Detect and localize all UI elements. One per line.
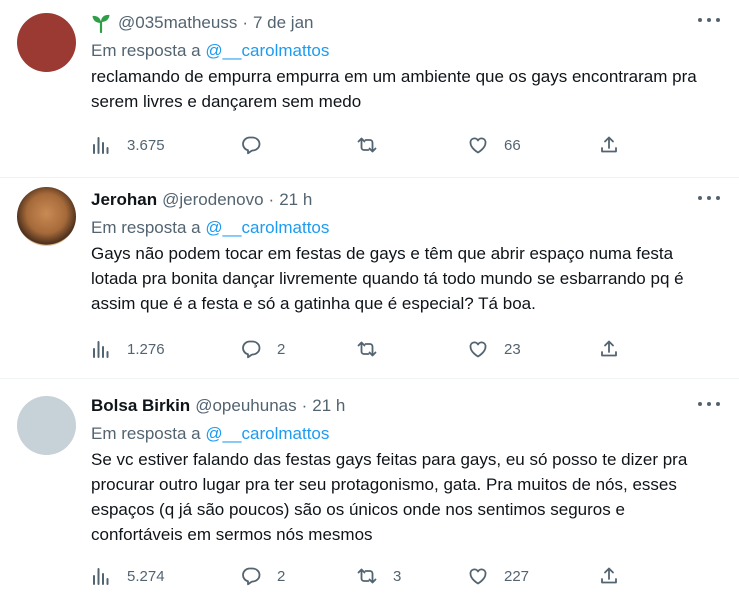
reply-context: Em resposta a @__carolmattos [91,215,719,240]
speech-bubble-icon [242,340,261,359]
heart-icon [469,568,487,585]
more-options-button[interactable] [698,12,720,28]
heart-icon [469,137,487,154]
bar-chart-icon [93,137,109,154]
share-upload-icon [601,136,617,153]
retweet-icon [357,341,377,357]
more-dot [707,196,711,200]
reply-prefix: Em resposta a [91,424,201,443]
retweet-button[interactable]: 3 [357,564,401,588]
timestamp[interactable]: 7 de jan [253,13,314,33]
user-handle[interactable]: @035matheuss [118,13,237,33]
display-name[interactable]: Bolsa Birkin [91,396,190,416]
retweet-count: 3 [393,567,402,585]
like-count: 66 [504,136,521,154]
separator-dot: · [268,190,275,209]
speech-bubble-icon [242,136,261,155]
action-bar: 3.675 66 [91,133,719,157]
like-count: 23 [504,340,521,358]
share-button[interactable] [599,133,619,157]
retweet-button[interactable] [357,337,393,361]
reply-context: Em resposta a @__carolmattos [91,421,719,446]
views-count: 5.274 [127,567,165,585]
separator-dot: · [301,396,308,415]
like-count: 227 [504,567,530,585]
views-button[interactable]: 3.675 [91,133,165,157]
retweet-icon [357,568,377,584]
reply-button[interactable]: 2 [241,564,285,588]
reply-prefix: Em resposta a [91,218,201,237]
bar-chart-icon [93,568,109,585]
more-options-button[interactable] [698,396,720,412]
retweet-icon [357,137,377,153]
share-upload-icon [601,567,617,584]
user-handle[interactable]: @opeuhunas [195,396,296,416]
reply-button[interactable]: 2 [241,337,285,361]
share-button[interactable] [599,337,619,361]
more-dot [716,196,720,200]
avatar[interactable] [17,13,76,72]
views-count: 1.276 [127,340,165,358]
reply-to-link[interactable]: @__carolmattos [205,41,329,60]
reply-count: 2 [277,567,286,585]
more-dots-icon [698,18,702,22]
sprout-icon [92,14,110,33]
more-dots-icon [698,402,702,406]
bar-chart-icon [93,341,109,358]
avatar[interactable] [17,396,76,455]
more-dots-icon [698,196,702,200]
retweet-button[interactable] [357,133,393,157]
display-name[interactable]: Jerohan [91,190,157,210]
separator-dot: · [242,13,248,32]
tweet-header: Jerohan @jerodenovo · 21 h [91,188,719,212]
user-handle[interactable]: @jerodenovo [162,190,263,210]
tweet-header: Bolsa Birkin @opeuhunas · 21 h [91,394,719,418]
speech-bubble-icon [242,567,261,586]
more-dot [716,402,720,406]
tweet[interactable]: @035matheuss · 7 de jan Em resposta a @_… [0,0,739,178]
reply-button[interactable] [241,133,277,157]
tweet-text: Gays não podem tocar em festas de gays e… [91,244,684,313]
more-dot [707,18,711,22]
timestamp[interactable]: 21 h [312,396,345,416]
share-upload-icon [601,340,617,357]
like-button[interactable]: 23 [468,337,521,361]
reply-prefix: Em resposta a [91,41,201,60]
like-button[interactable]: 227 [468,564,529,588]
more-dot [707,402,711,406]
tweet[interactable]: Bolsa Birkin @opeuhunas · 21 h Em respos… [0,379,739,597]
tweet-header: @035matheuss · 7 de jan [91,11,719,35]
views-button[interactable]: 1.276 [91,337,165,361]
tweet-text: reclamando de empurra empurra em um ambi… [91,67,697,111]
heart-icon [469,341,487,358]
views-count: 3.675 [127,136,165,154]
share-button[interactable] [599,564,619,588]
tweet-text: Se vc estiver falando das festas gays fe… [91,450,688,544]
reply-thread: @035matheuss · 7 de jan Em resposta a @_… [0,0,739,597]
like-button[interactable]: 66 [468,133,521,157]
more-options-button[interactable] [698,190,720,206]
reply-to-link[interactable]: @__carolmattos [205,218,329,237]
reply-context: Em resposta a @__carolmattos [91,38,719,63]
more-dot [716,18,720,22]
reply-to-link[interactable]: @__carolmattos [205,424,329,443]
action-bar: 5.274 2 3 227 [91,564,719,588]
timestamp[interactable]: 21 h [279,190,312,210]
views-button[interactable]: 5.274 [91,564,165,588]
action-bar: 1.276 2 23 [91,337,719,361]
tweet[interactable]: Jerohan @jerodenovo · 21 h Em resposta a… [0,178,739,379]
avatar[interactable] [17,187,76,246]
reply-count: 2 [277,340,286,358]
